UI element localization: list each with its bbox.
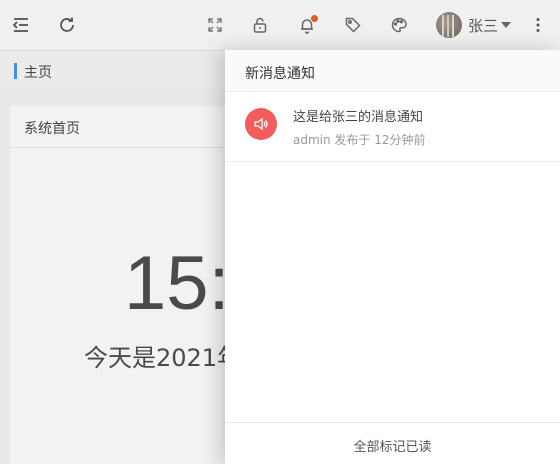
chevron-down-icon[interactable] xyxy=(501,22,511,28)
palette-icon[interactable] xyxy=(387,13,411,37)
refresh-icon[interactable] xyxy=(55,13,79,37)
speaker-icon xyxy=(245,108,277,140)
clock-display: 15: xyxy=(124,241,230,326)
tab-home[interactable]: 主页 xyxy=(24,62,52,82)
active-tab-indicator xyxy=(14,63,17,79)
fullscreen-icon[interactable] xyxy=(203,13,227,37)
user-name[interactable]: 张三 xyxy=(468,15,498,36)
menu-fold-icon[interactable] xyxy=(9,13,33,37)
notification-badge xyxy=(311,15,318,22)
tag-icon[interactable] xyxy=(341,13,365,37)
lock-icon[interactable] xyxy=(248,13,272,37)
notice-title: 这是给张三的消息通知 xyxy=(293,110,424,125)
notice-meta: admin 发布于 12分钟前 xyxy=(293,133,426,147)
panel-header: 新消息通知 xyxy=(225,50,560,92)
avatar[interactable] xyxy=(436,12,462,38)
date-display: 今天是2021年 xyxy=(84,344,242,372)
panel-footer: 全部标记已读 xyxy=(225,422,560,464)
list-item[interactable]: 这是给张三的消息通知 admin 发布于 12分钟前 xyxy=(225,92,560,162)
notification-panel: 新消息通知 这是给张三的消息通知 admin 发布于 12分钟前 全部标记已读 xyxy=(225,50,560,464)
mark-all-read-button[interactable]: 全部标记已读 xyxy=(353,436,431,455)
more-vertical-icon[interactable] xyxy=(526,13,550,37)
bell-icon[interactable] xyxy=(295,13,319,37)
top-header: 张三 xyxy=(0,0,560,50)
card-title: 系统首页 xyxy=(24,121,80,137)
panel-title: 新消息通知 xyxy=(245,66,315,82)
